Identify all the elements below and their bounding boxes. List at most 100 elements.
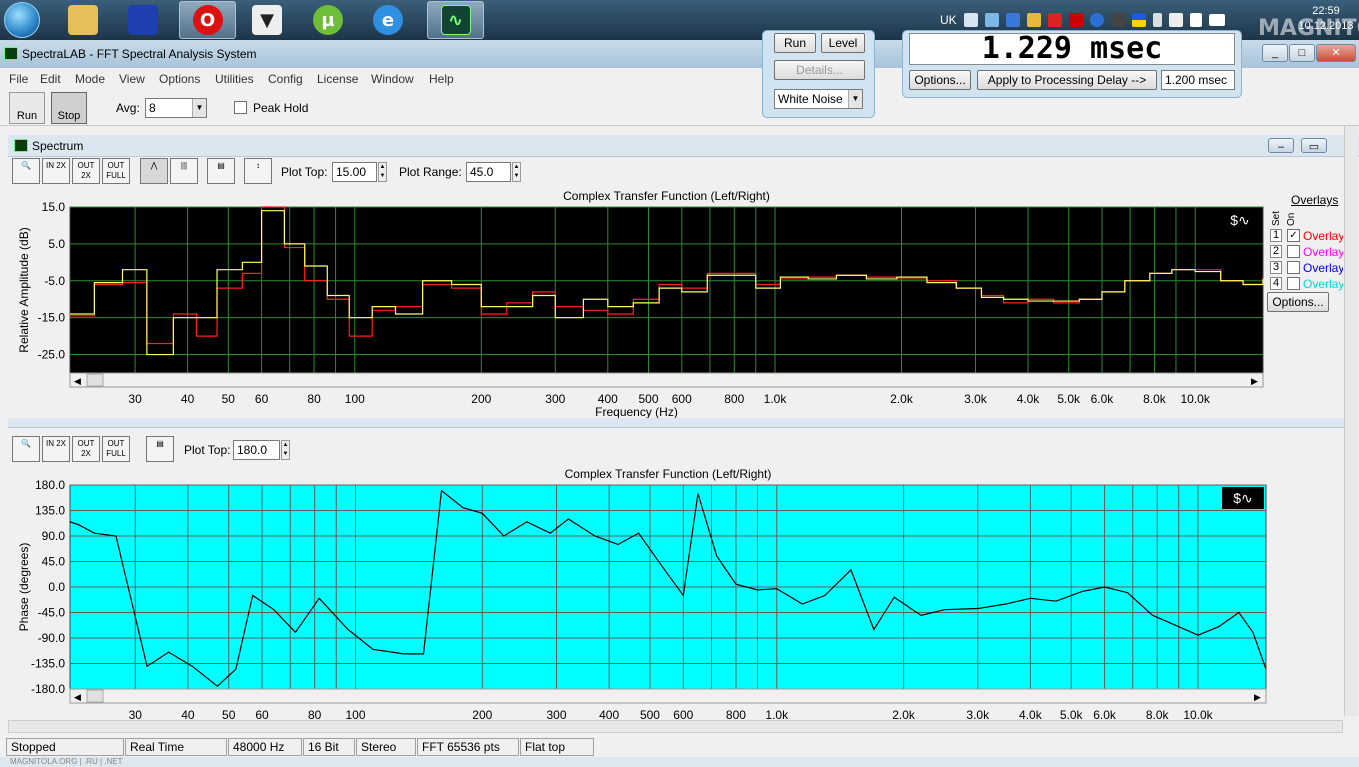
- phase-zoom-in-2x-icon[interactable]: IN 2X: [42, 436, 70, 462]
- x-tick-label: 100: [345, 392, 365, 406]
- zoom-out-2x-icon[interactable]: OUT 2X: [72, 158, 100, 184]
- chart-h-scrollbar: [69, 372, 1264, 388]
- overlays-heading: Overlays: [1291, 193, 1339, 207]
- delay-options-button[interactable]: Options...: [909, 70, 971, 90]
- menu-file[interactable]: File: [9, 72, 28, 86]
- zoom-icon[interactable]: 🔍: [12, 158, 40, 184]
- line-mode-icon[interactable]: ⋀: [140, 158, 168, 184]
- minimize-button[interactable]: _: [1262, 44, 1288, 62]
- peak-hold-checkbox[interactable]: [234, 101, 247, 114]
- plot-range-field[interactable]: 45.0: [466, 162, 511, 182]
- menu-utilities[interactable]: Utilities: [215, 72, 254, 86]
- zoom-out-full-icon[interactable]: OUT FULL: [102, 158, 130, 184]
- autoscale-icon[interactable]: ↕: [244, 158, 272, 184]
- zoom-in-2x-icon[interactable]: IN 2X: [42, 158, 70, 184]
- plot-range-spinner[interactable]: ▲ ▼: [512, 162, 521, 182]
- spectrum-plot-top-spinner[interactable]: ▲ ▼: [378, 162, 387, 182]
- phase-zoom-icon[interactable]: 🔍: [12, 436, 40, 462]
- menu-help[interactable]: Help: [429, 72, 454, 86]
- avg-select[interactable]: 8 ▼: [145, 98, 207, 118]
- plot-area: [69, 206, 1264, 374]
- spectrum-window-icon: [14, 139, 28, 152]
- menu-view[interactable]: View: [119, 72, 145, 86]
- tray-red-icon[interactable]: [1047, 13, 1062, 27]
- overlay-label: Overlay: [1303, 229, 1343, 243]
- volume-icon[interactable]: [1168, 13, 1183, 27]
- phase-chart: Complex Transfer Function (Left/Right) 18…: [17, 467, 1267, 720]
- tray-app-icon[interactable]: [1026, 13, 1041, 27]
- menu-config[interactable]: Config: [268, 72, 303, 86]
- generator-level-button[interactable]: Level: [821, 33, 865, 53]
- overlay-options-button[interactable]: Options...: [1267, 292, 1329, 312]
- bluetooth-icon[interactable]: [1005, 13, 1020, 27]
- taskbar-spectralab[interactable]: ∿: [427, 1, 484, 39]
- taskbar-utorrent[interactable]: µ: [305, 1, 351, 39]
- flag-ua-icon[interactable]: [1131, 13, 1146, 27]
- action-center-flag-icon[interactable]: [1189, 13, 1202, 27]
- menu-window[interactable]: Window: [371, 72, 414, 86]
- menu-edit[interactable]: Edit: [40, 72, 61, 86]
- overlay-label: Overlay: [1303, 245, 1343, 259]
- close-button[interactable]: ✕: [1316, 44, 1356, 62]
- menu-mode[interactable]: Mode: [75, 72, 105, 86]
- taskbar-save-app[interactable]: [120, 1, 166, 39]
- y-tick-label: 90.0: [42, 529, 66, 543]
- overlay-checkbox[interactable]: ✓: [1287, 229, 1300, 242]
- generator-details-button[interactable]: Details...: [774, 60, 865, 80]
- spectrum-plot-top-label: Plot Top:: [281, 165, 328, 179]
- spectrum-restore-button[interactable]: ▭: [1301, 138, 1327, 153]
- overlay-label: Overlay: [1303, 261, 1343, 275]
- x-tick-label: 60: [255, 708, 269, 720]
- spectrum-minimize-button[interactable]: –: [1268, 138, 1294, 153]
- chevron-down-icon: ▼: [192, 99, 206, 117]
- phase-plot-top-field[interactable]: 180.0: [233, 440, 280, 460]
- apply-processing-delay-button[interactable]: Apply to Processing Delay -->: [977, 70, 1157, 90]
- language-indicator[interactable]: UK: [940, 13, 957, 27]
- mdi-horizontal-scrollbar[interactable]: [8, 720, 1343, 733]
- settings-panel-icon[interactable]: ▤: [207, 158, 235, 184]
- processing-delay-field[interactable]: 1.200 msec: [1161, 70, 1235, 90]
- phase-zoom-out-full-icon[interactable]: OUT FULL: [102, 436, 130, 462]
- ati-icon[interactable]: [1068, 13, 1083, 27]
- overlay-checkbox[interactable]: [1287, 277, 1300, 290]
- taskbar-file-manager[interactable]: [60, 1, 106, 39]
- taskbar-fox-app[interactable]: ▼: [244, 1, 290, 39]
- run-button[interactable]: Run: [9, 92, 45, 124]
- x-tick-label: 30: [128, 392, 142, 406]
- bar-mode-icon[interactable]: |||: [170, 158, 198, 184]
- x-tick-label: 300: [546, 708, 566, 720]
- stop-button[interactable]: Stop: [51, 92, 87, 124]
- phase-plot-top-label: Plot Top:: [184, 443, 231, 457]
- overlay-set-number: 4: [1270, 277, 1282, 290]
- info-icon[interactable]: [1089, 13, 1104, 27]
- keyboard-icon[interactable]: [963, 13, 978, 27]
- x-tick-label: 1.0k: [764, 392, 788, 406]
- scroll-thumb: [86, 689, 104, 703]
- spectrum-plot-top-field[interactable]: 15.00: [332, 162, 377, 182]
- generator-run-button[interactable]: Run: [774, 33, 816, 53]
- overlay-set-label: Set: [1271, 210, 1282, 226]
- signal-type-select[interactable]: White Noise ▼: [774, 89, 863, 109]
- y-tick-label: -25.0: [38, 348, 66, 362]
- menu-license[interactable]: License: [317, 72, 358, 86]
- taskbar-browser[interactable]: e: [365, 1, 411, 39]
- overlay-set-number: 2: [1270, 245, 1282, 258]
- taskbar-opera[interactable]: O: [179, 1, 236, 39]
- signal-bars-icon[interactable]: [1208, 14, 1225, 26]
- battery-icon[interactable]: [1152, 13, 1162, 27]
- start-button[interactable]: [2, 1, 42, 39]
- phase-plot-top-spinner[interactable]: ▲ ▼: [281, 440, 290, 460]
- x-tick-label: 40: [181, 392, 195, 406]
- x-tick-label: 5.0k: [1060, 708, 1084, 720]
- phase-zoom-out-2x-icon[interactable]: OUT 2X: [72, 436, 100, 462]
- network-icon[interactable]: [984, 13, 999, 27]
- maximize-button[interactable]: □: [1289, 44, 1315, 62]
- overlay-checkbox[interactable]: [1287, 261, 1300, 274]
- network-off-icon[interactable]: [1110, 13, 1125, 27]
- x-tick-label: 300: [545, 392, 565, 406]
- mdi-vertical-scrollbar[interactable]: [1344, 126, 1358, 716]
- x-tick-label: 3.0k: [966, 708, 990, 720]
- menu-options[interactable]: Options: [159, 72, 200, 86]
- phase-settings-panel-icon[interactable]: ▤: [146, 436, 174, 462]
- overlay-checkbox[interactable]: [1287, 245, 1300, 258]
